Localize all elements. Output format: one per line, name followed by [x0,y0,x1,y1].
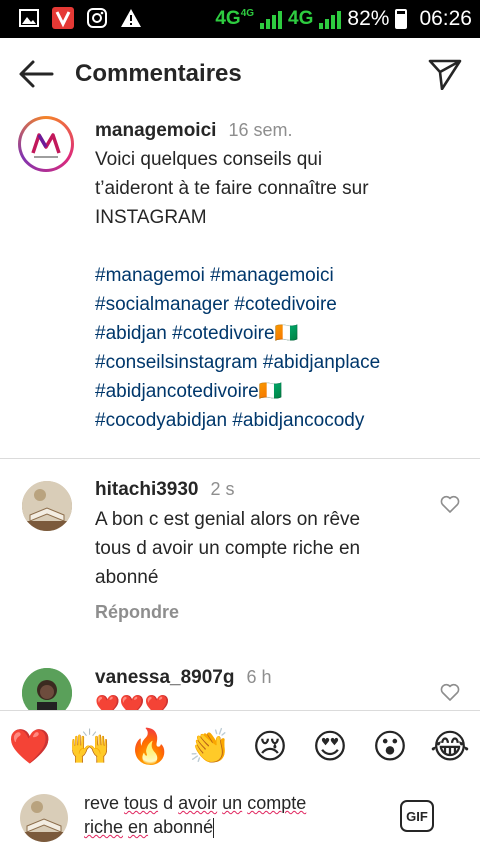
hashtag-line[interactable]: #cocodyabidjan #abidjancocody [95,406,435,435]
avatar[interactable] [18,116,74,172]
book-photo-icon [20,794,68,842]
timestamp: 16 sem. [228,120,293,140]
emoji-quick-bar: ❤️ 🙌 🔥 👏 😢 😍 😮 😂 [0,710,480,784]
status-bar: 4G4G 4G 82% 06:26 [0,0,480,38]
emoji-heart[interactable]: ❤️ [7,727,53,767]
like-heart-icon[interactable] [440,495,460,513]
send-icon[interactable] [428,58,462,91]
emoji-tears-of-joy[interactable]: 😂 [427,727,473,767]
comment-input-line-1: reve tous d avoir un compte [84,793,307,813]
text-caret [213,818,215,839]
emoji-raised-hands[interactable]: 🙌 [67,727,113,767]
comment-line: tous d avoir un compte riche en [95,538,361,559]
emoji-surprised[interactable]: 😮 [367,727,413,767]
portrait-photo-icon [22,668,72,710]
caption-line: t’aideront à te faire connaître sur [95,178,369,199]
back-arrow-icon[interactable] [18,58,54,90]
comment-text: ❤️❤️❤️ [95,695,170,710]
book-photo-icon [22,481,72,531]
comment-item: vanessa_8907g 6 h ❤️❤️❤️ [0,650,480,710]
instagram-icon [86,8,108,28]
avatar [20,794,68,842]
hashtag-line[interactable]: #abidjan #cotedivoire🇨🇮 [95,319,435,348]
header: Commentaires [0,38,480,110]
network-type-2: 4G [288,8,314,29]
managemoici-logo-icon [31,133,61,158]
comment-username[interactable]: hitachi3930 [95,479,199,500]
gallery-icon [18,8,40,28]
battery-icon [395,9,408,29]
warning-icon [120,8,142,28]
hashtag-block: #managemoi #managemoici #socialmanager #… [95,261,435,435]
post-caption: managemoici 16 sem. Voici quelques consei… [0,110,480,459]
like-heart-icon[interactable] [440,683,460,701]
emoji-fire[interactable]: 🔥 [127,727,173,767]
hashtag-line[interactable]: #conseilsinstagram #abidjanplace [95,348,435,377]
comment-line: abonné [95,567,159,588]
comment-line: A bon c est genial alors on rêve [95,509,361,530]
comment-text: A bon c est genial alors on rêve tous d … [95,505,435,592]
comment-timestamp: 6 h [246,667,272,687]
reply-button[interactable]: Répondre [95,602,179,623]
hashtag-line[interactable]: #managemoi #managemoici [95,261,435,290]
hashtag-line[interactable]: #abidjancotedivoire🇨🇮 [95,377,435,406]
caption-line: Voici quelques conseils qui [95,149,323,170]
comment-item: hitachi3930 2 s A bon c est genial alors … [0,459,480,649]
username[interactable]: managemoici [95,120,216,141]
comment-timestamp: 2 s [210,479,235,499]
hashtag-line[interactable]: #socialmanager #cotedivoire [95,290,435,319]
comment-input-line-2: riche en abonné [84,817,215,839]
avatar[interactable] [22,481,72,531]
gif-button[interactable]: GIF [400,800,434,832]
emoji-heart-eyes[interactable]: 😍 [307,727,353,767]
network-type-1: 4G4G [215,8,255,29]
v-app-icon [52,7,74,29]
signal-icon [260,9,283,29]
emoji-crying[interactable]: 😢 [247,727,293,767]
emoji-clap[interactable]: 👏 [187,727,233,767]
clock: 06:26 [419,7,472,30]
battery-percent: 82% [347,7,390,30]
avatar[interactable] [22,668,72,710]
page-title: Commentaires [75,60,242,87]
comment-username[interactable]: vanessa_8907g [95,667,234,688]
caption-text: Voici quelques conseils qui t’aideront à… [95,145,435,232]
comment-input[interactable]: reve tous d avoir un compte riche en abo… [84,791,364,839]
caption-line: INSTAGRAM [95,207,207,228]
signal-icon-2 [319,9,342,29]
comment-composer: reve tous d avoir un compte riche en abo… [0,783,480,854]
